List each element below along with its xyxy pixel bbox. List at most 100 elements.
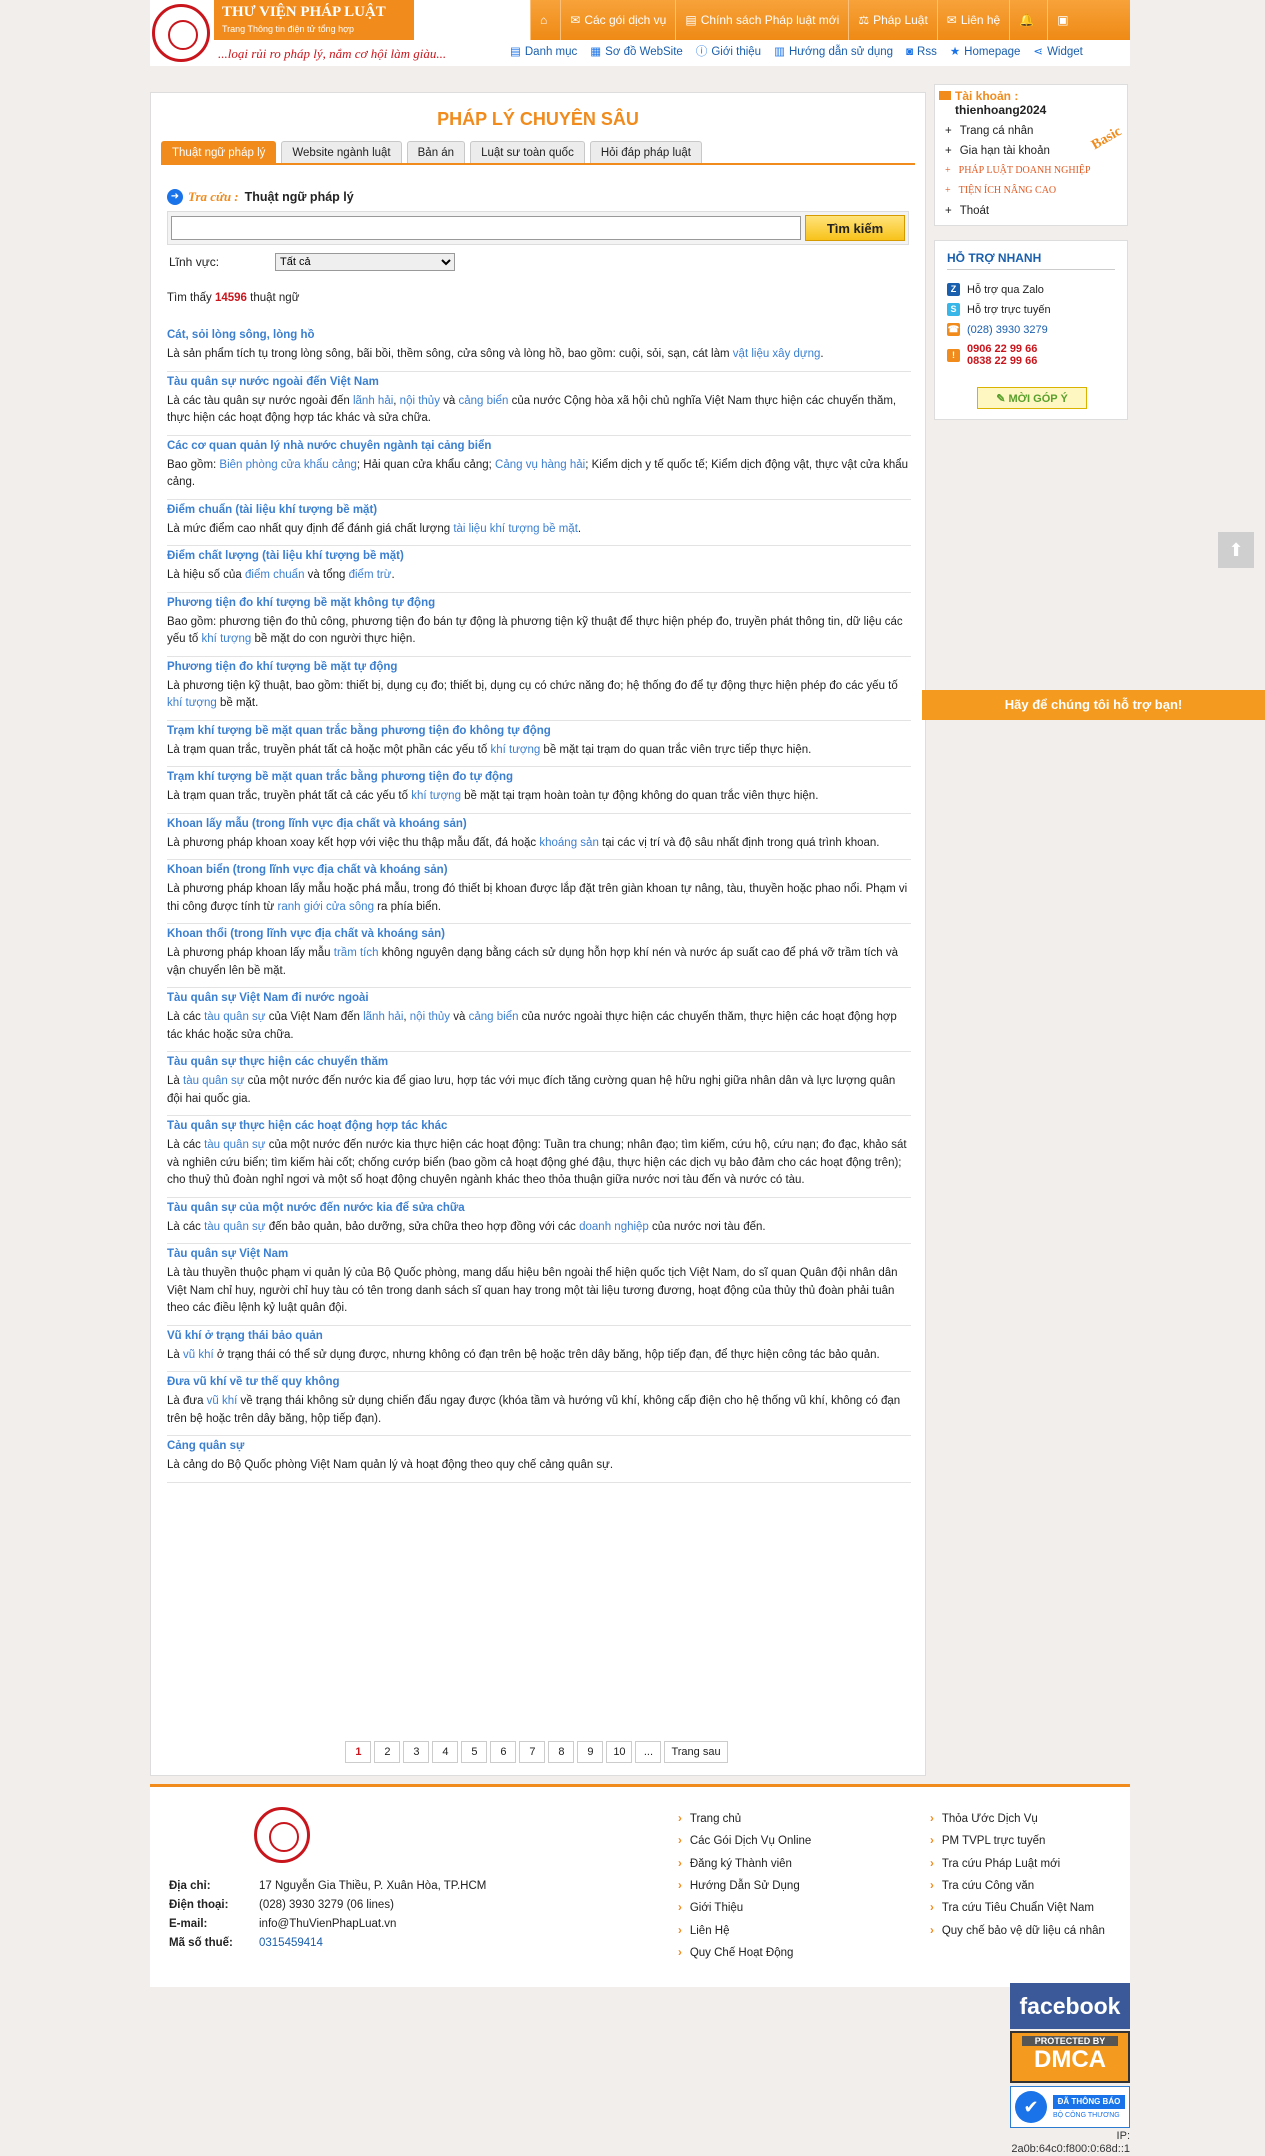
glossary-link[interactable]: vũ khí	[183, 1349, 214, 1361]
facebook-badge[interactable]: facebook	[1010, 1983, 1130, 2029]
account-menu-item[interactable]: Gia hạn tài khoản	[945, 141, 1091, 161]
tab-0[interactable]: Thuật ngữ pháp lý	[161, 141, 277, 163]
account-menu-item[interactable]: PHÁP LUẬT DOANH NGHIỆP	[945, 161, 1091, 181]
page-link[interactable]: 8	[548, 1741, 575, 1763]
search-button[interactable]: Tìm kiếm	[805, 215, 905, 241]
footer-link[interactable]: Quy chế bảo vệ dữ liệu cá nhân	[930, 1925, 1105, 1937]
subnav-item-3[interactable]: ▥ Hướng dẫn sử dụng	[774, 42, 893, 62]
field-select[interactable]: Tất cả	[275, 253, 455, 271]
glossary-link[interactable]: trầm tích	[334, 947, 379, 959]
footer-link[interactable]: Trang chủ	[678, 1813, 741, 1825]
account-menu-item[interactable]: Thoát	[945, 201, 1091, 221]
support-item[interactable]: ☎ (028) 3930 3279	[947, 323, 1048, 336]
glossary-link[interactable]: lãnh hải	[353, 395, 393, 407]
footer-link[interactable]: Liên Hệ	[678, 1925, 730, 1937]
result-title-link[interactable]: Điểm chuẩn (tài liệu khí tượng bề mặt)	[167, 504, 911, 516]
glossary-link[interactable]: điểm chuẩn	[245, 569, 304, 581]
topnav-item-6[interactable]: ▣	[1047, 0, 1081, 40]
support-chat-banner[interactable]: Hãy để chúng tôi hỗ trợ bạn!	[922, 690, 1265, 720]
result-title-link[interactable]: Đưa vũ khí về tư thế quy không	[167, 1376, 911, 1388]
topnav-item-3[interactable]: ⚖ Pháp Luật	[848, 0, 936, 40]
subnav-item-6[interactable]: ⋖ Widget	[1033, 42, 1082, 62]
footer-link[interactable]: Tra cứu Pháp Luật mới	[930, 1858, 1060, 1870]
topnav-item-1[interactable]: ✉ Các gói dịch vụ	[560, 0, 675, 40]
glossary-link[interactable]: tàu quân sự	[183, 1075, 244, 1087]
glossary-link[interactable]: cảng biển	[469, 1011, 519, 1023]
result-title-link[interactable]: Tàu quân sự thực hiện các hoạt động hợp …	[167, 1120, 911, 1132]
result-title-link[interactable]: Điểm chất lượng (tài liệu khí tượng bề m…	[167, 550, 911, 562]
glossary-link[interactable]: khí tượng	[411, 790, 461, 802]
support-item[interactable]: S Hỗ trợ trực tuyến	[947, 303, 1051, 316]
result-title-link[interactable]: Vũ khí ở trạng thái bảo quản	[167, 1330, 911, 1342]
topnav-item-0[interactable]: ⌂	[530, 0, 560, 40]
glossary-link[interactable]: vật liệu xây dựng	[733, 348, 821, 360]
brand-block[interactable]: THƯ VIỆN PHÁP LUẬT Trang Thông tin điện …	[214, 0, 414, 40]
result-title-link[interactable]: Khoan lấy mẫu (trong lĩnh vực địa chất v…	[167, 818, 911, 830]
support-item[interactable]: ! 0906 22 99 66 0838 22 99 66	[947, 343, 1037, 367]
result-title-link[interactable]: Khoan biển (trong lĩnh vực địa chất và k…	[167, 864, 911, 876]
footer-link[interactable]: Hướng Dẫn Sử Dụng	[678, 1880, 800, 1892]
glossary-link[interactable]: doanh nghiệp	[579, 1221, 649, 1233]
page-link[interactable]: 9	[577, 1741, 604, 1763]
result-title-link[interactable]: Cảng quân sự	[167, 1440, 911, 1452]
glossary-link[interactable]: khí tượng	[490, 744, 540, 756]
footer-link[interactable]: Thỏa Ước Dịch Vụ	[930, 1813, 1038, 1825]
page-link[interactable]: 10	[606, 1741, 633, 1763]
tab-1[interactable]: Website ngành luật	[281, 141, 402, 163]
support-item[interactable]: Z Hỗ trợ qua Zalo	[947, 283, 1044, 296]
glossary-link[interactable]: khí tượng	[202, 633, 252, 645]
topnav-item-5[interactable]: 🔔	[1009, 0, 1047, 40]
topnav-item-4[interactable]: ✉ Liên hệ	[936, 0, 1009, 40]
page-link[interactable]: ...	[635, 1741, 662, 1763]
footer-link[interactable]: Tra cứu Công văn	[930, 1880, 1034, 1892]
page-link[interactable]: 6	[490, 1741, 517, 1763]
page-link[interactable]: 1	[345, 1741, 372, 1763]
bct-badge[interactable]: ✔ ĐÃ THÔNG BÁO BỘ CÔNG THƯƠNG	[1010, 2086, 1130, 2128]
glossary-link[interactable]: điểm trừ	[349, 569, 392, 581]
scroll-to-top-button[interactable]: ⬆	[1218, 532, 1254, 568]
subnav-item-0[interactable]: ▤ Danh mục	[510, 42, 577, 62]
footer-link[interactable]: Các Gói Dịch Vụ Online	[678, 1835, 811, 1847]
glossary-link[interactable]: tàu quân sự	[204, 1221, 265, 1233]
result-title-link[interactable]: Cát, sỏi lòng sông, lòng hồ	[167, 329, 911, 341]
result-title-link[interactable]: Khoan thổi (trong lĩnh vực địa chất và k…	[167, 928, 911, 940]
topnav-item-2[interactable]: ▤ Chính sách Pháp luật mới	[675, 0, 848, 40]
page-link[interactable]: 2	[374, 1741, 401, 1763]
result-title-link[interactable]: Tàu quân sự của một nước đến nước kia để…	[167, 1202, 911, 1214]
page-link[interactable]: 7	[519, 1741, 546, 1763]
result-title-link[interactable]: Phương tiện đo khí tượng bề mặt không tự…	[167, 597, 911, 609]
result-title-link[interactable]: Trạm khí tượng bề mặt quan trắc bằng phư…	[167, 771, 911, 783]
glossary-link[interactable]: lãnh hải	[363, 1011, 403, 1023]
result-title-link[interactable]: Tàu quân sự Việt Nam đi nước ngoài	[167, 992, 911, 1004]
footer-link[interactable]: PM TVPL trực tuyến	[930, 1835, 1046, 1847]
glossary-link[interactable]: tàu quân sự	[204, 1011, 265, 1023]
glossary-link[interactable]: nội thủy	[400, 395, 440, 407]
glossary-link[interactable]: vũ khí	[207, 1395, 238, 1407]
dmca-badge[interactable]: PROTECTED BY DMCA	[1010, 2031, 1130, 2083]
tab-2[interactable]: Bản án	[406, 141, 466, 163]
result-title-link[interactable]: Tàu quân sự Việt Nam	[167, 1248, 911, 1260]
footer-info-value[interactable]: 0315459414	[259, 1937, 323, 1949]
result-title-link[interactable]: Tàu quân sự nước ngoài đến Việt Nam	[167, 376, 911, 388]
result-title-link[interactable]: Các cơ quan quản lý nhà nước chuyên ngàn…	[167, 440, 911, 452]
result-title-link[interactable]: Phương tiện đo khí tượng bề mặt tự động	[167, 661, 911, 673]
glossary-link[interactable]: Biên phòng cửa khẩu cảng	[219, 459, 357, 471]
page-link[interactable]: 4	[432, 1741, 459, 1763]
glossary-link[interactable]: nội thủy	[410, 1011, 450, 1023]
search-input[interactable]	[171, 216, 801, 240]
subnav-item-5[interactable]: ★ Homepage	[950, 42, 1021, 62]
site-logo[interactable]	[152, 4, 210, 62]
feedback-button[interactable]: ✎ MỜI GÓP Ý	[977, 387, 1087, 409]
result-title-link[interactable]: Trạm khí tượng bề mặt quan trắc bằng phư…	[167, 725, 911, 737]
tab-4[interactable]: Hỏi đáp pháp luật	[589, 141, 702, 163]
next-page-link[interactable]: Trang sau	[664, 1741, 728, 1763]
glossary-link[interactable]: tàu quân sự	[204, 1139, 265, 1151]
footer-link[interactable]: Tra cứu Tiêu Chuẩn Việt Nam	[930, 1902, 1094, 1914]
tab-3[interactable]: Luật sư toàn quốc	[470, 141, 585, 163]
footer-link[interactable]: Đăng ký Thành viên	[678, 1858, 792, 1870]
glossary-link[interactable]: tài liệu khí tượng bề mặt	[453, 523, 578, 535]
account-menu-item[interactable]: TIỆN ÍCH NÂNG CAO	[945, 181, 1091, 201]
glossary-link[interactable]: khí tượng	[167, 697, 217, 709]
glossary-link[interactable]: khoáng sản	[539, 837, 598, 849]
footer-link[interactable]: Quy Chế Hoạt Động	[678, 1947, 794, 1959]
